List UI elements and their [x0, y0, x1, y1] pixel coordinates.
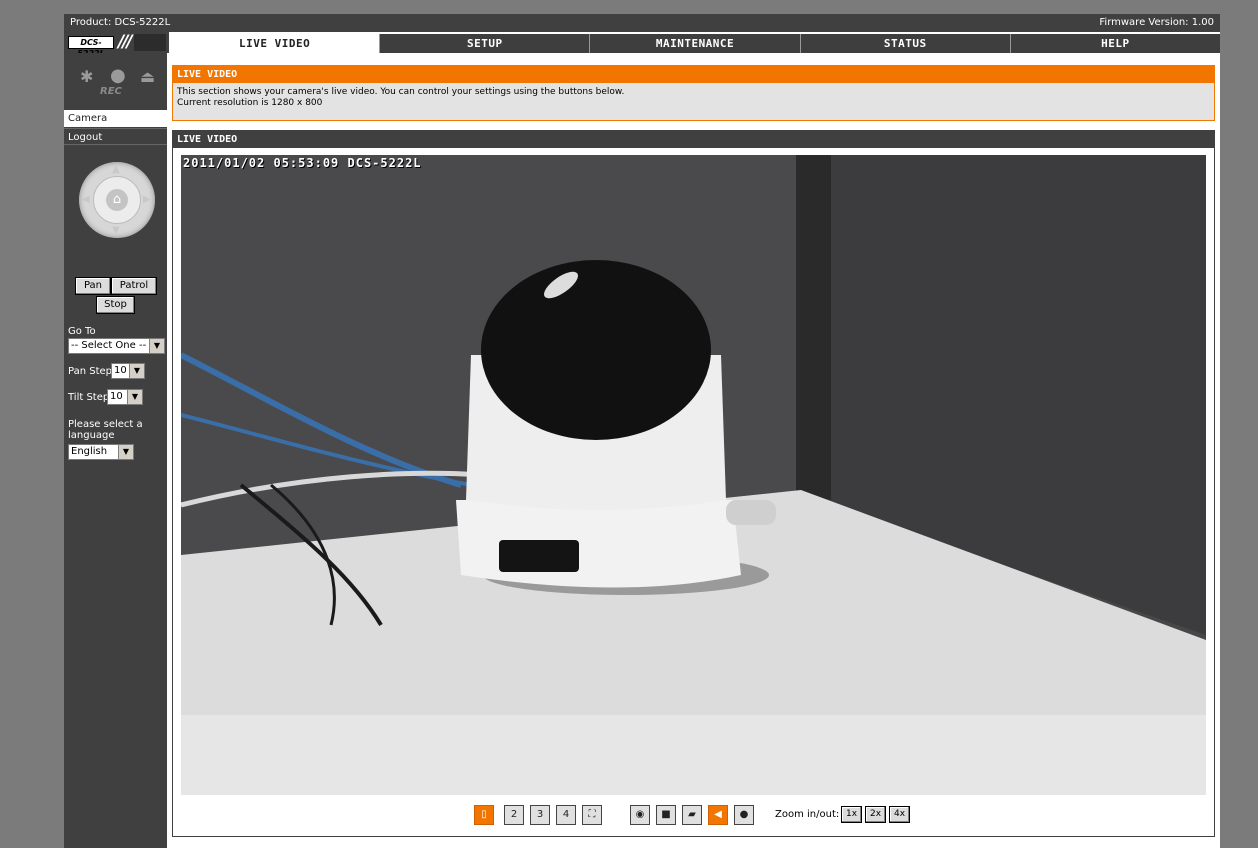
pan-step-label: Pan Step	[68, 366, 112, 377]
live-video-panel: LIVE VIDEO 2011/01/02 05:53:09 DCS-5222L…	[172, 130, 1215, 837]
chevron-down-icon[interactable]: ▼	[149, 339, 164, 353]
sidebar: ✱ ● REC ⏏ Camera Logout ▲ ▼ ◀ ▶ ⌂ Pan Pa…	[64, 53, 167, 848]
tab-maintenance[interactable]: MAINTENANCE	[590, 34, 801, 53]
tab-live-video[interactable]: LIVE VIDEO	[170, 34, 381, 53]
language-label: Please select a language	[68, 419, 143, 441]
tab-help[interactable]: HELP	[1010, 34, 1221, 53]
goto-value: -- Select One --	[71, 340, 147, 351]
live-video-title: LIVE VIDEO	[173, 131, 1214, 148]
tilt-step-value: 10	[110, 391, 123, 402]
tab-status[interactable]: STATUS	[800, 34, 1011, 53]
tilt-step-label: Tilt Step	[68, 392, 110, 403]
record-indicator-icon: ●	[110, 65, 126, 86]
ptz-control-pad[interactable]: ▲ ▼ ◀ ▶ ⌂	[79, 162, 155, 238]
snapshot-icon[interactable]: ◉	[630, 805, 650, 825]
logo: DCS-5222L ///	[64, 32, 169, 58]
info-title: LIVE VIDEO	[173, 66, 1214, 83]
fullscreen-icon[interactable]: ⛶	[582, 805, 602, 825]
logo-slashes: ///	[118, 32, 133, 52]
folder-icon[interactable]: ▰	[682, 805, 702, 825]
status-icons: ✱ ● REC ⏏	[64, 53, 167, 109]
logo-dark-block	[134, 34, 166, 51]
chevron-down-icon[interactable]: ▼	[129, 364, 144, 378]
info-line-2: Current resolution is 1280 x 800	[177, 98, 323, 108]
top-bar: Product: DCS-5222L Firmware Version: 1.0…	[64, 14, 1220, 32]
motion-icon: ✱	[80, 67, 94, 86]
pan-left-icon[interactable]: ◀	[82, 194, 90, 205]
language-value: English	[71, 446, 108, 457]
video-stream[interactable]: 2011/01/02 05:53:09 DCS-5222L	[181, 155, 1206, 795]
main-nav: LIVE VIDEO SETUP MAINTENANCE STATUS HELP	[170, 34, 1221, 53]
tilt-step-select[interactable]: 10 ▼	[107, 389, 143, 405]
rec-label: REC	[100, 86, 122, 97]
firmware-label: Firmware Version: 1.00	[1099, 17, 1214, 28]
app-frame: Product: DCS-5222L Firmware Version: 1.0…	[64, 14, 1221, 848]
sidebar-item-logout[interactable]: Logout	[64, 128, 167, 145]
pan-step-value: 10	[114, 365, 127, 376]
zoom-4x-button[interactable]: 4x	[889, 806, 910, 823]
pan-right-icon[interactable]: ▶	[143, 194, 151, 205]
patrol-button[interactable]: Patrol	[111, 277, 157, 295]
stop-button[interactable]: Stop	[96, 296, 135, 314]
home-icon[interactable]: ⌂	[106, 189, 128, 211]
layout-2-icon[interactable]: 2	[504, 805, 524, 825]
layout-4-icon[interactable]: 4	[556, 805, 576, 825]
record-icon[interactable]: ■	[656, 805, 676, 825]
sidebar-item-camera[interactable]: Camera	[64, 110, 167, 127]
layout-1-icon[interactable]: ▯	[474, 805, 494, 825]
pan-step-select[interactable]: 10 ▼	[111, 363, 145, 379]
zoom-label: Zoom in/out:	[775, 809, 840, 820]
info-line-1: This section shows your camera's live vi…	[177, 87, 625, 97]
layout-3-icon[interactable]: 3	[530, 805, 550, 825]
model-logo: DCS-5222L	[68, 36, 114, 58]
goto-select[interactable]: -- Select One -- ▼	[68, 338, 165, 354]
info-panel: LIVE VIDEO This section shows your camer…	[172, 65, 1215, 121]
chevron-down-icon[interactable]: ▼	[118, 445, 133, 459]
alarm-icon: ⏏	[140, 67, 156, 86]
product-label: Product: DCS-5222L	[70, 17, 171, 28]
camera-feed-image	[181, 155, 1206, 795]
zoom-2x-button[interactable]: 2x	[865, 806, 886, 823]
language-select[interactable]: English ▼	[68, 444, 134, 460]
info-text: This section shows your camera's live vi…	[173, 83, 1214, 109]
pan-button[interactable]: Pan	[75, 277, 111, 295]
video-timestamp-osd: 2011/01/02 05:53:09 DCS-5222L	[183, 156, 422, 170]
goto-label: Go To	[68, 326, 96, 337]
video-toolbar: ▯ 2 3 4 ⛶ ◉ ■ ▰ ◀ ● Zoom in/out: 1x 2x 4…	[173, 805, 1214, 827]
microphone-icon[interactable]: ●	[734, 805, 754, 825]
tilt-up-icon[interactable]: ▲	[112, 164, 120, 175]
speaker-icon[interactable]: ◀	[708, 805, 728, 825]
tab-setup[interactable]: SETUP	[380, 34, 591, 53]
zoom-1x-button[interactable]: 1x	[841, 806, 862, 823]
chevron-down-icon[interactable]: ▼	[127, 390, 142, 404]
tilt-down-icon[interactable]: ▼	[112, 225, 120, 236]
